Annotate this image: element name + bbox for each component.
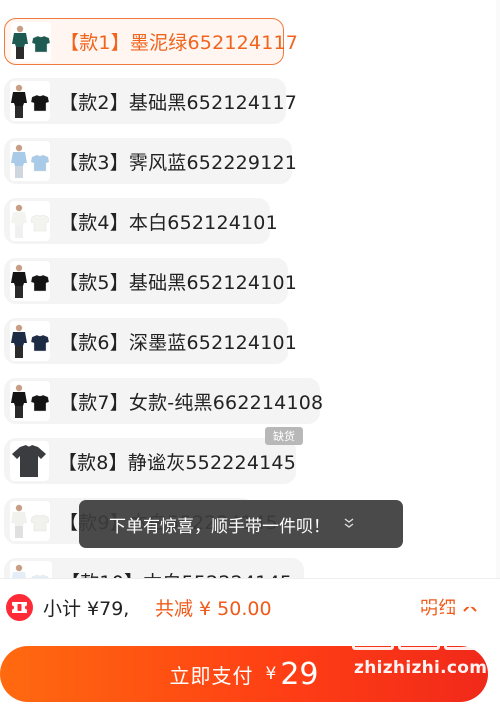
variant-option[interactable]: 【款3】霁风蓝652229121 [4,138,297,184]
variant-label: 【款7】女款-纯黑662214108 [59,391,324,414]
variant-label: 【款10】本白552224145 [61,568,292,579]
variant-thumbnail [10,141,50,181]
toast-text: 下单有惊喜，顺手带一件呗！ [109,516,330,537]
out-of-stock-badge: 缺货 [265,427,303,445]
variant-thumbnail [10,261,50,301]
scrollbar[interactable] [496,0,500,578]
variant-option[interactable]: 【款2】基础黑652124117 [4,78,297,124]
variant-option[interactable]: 【款1】墨泥绿652124117 [4,18,298,65]
pay-now-button[interactable]: 立即支付 ¥ 29 [0,646,488,702]
variant-label: 【款5】基础黑652124101 [59,271,298,294]
variant-label: 【款6】深墨蓝652124101 [59,331,298,354]
pay-currency: ¥ [265,664,277,684]
variant-label: 【款8】静谧灰552224145 [57,451,296,474]
variant-option[interactable]: 【款7】女款-纯黑662214108 [4,378,324,424]
variant-option[interactable]: 【款10】本白552224145 [4,558,304,578]
variant-option[interactable]: 【款8】静谧灰552224145 [4,438,296,484]
subtotal-text: 小计 ¥79, [43,598,130,620]
variant-label: 【款3】霁风蓝652229121 [59,151,298,174]
pay-amount: 29 [280,656,319,692]
variant-option[interactable]: 【款5】基础黑652124101 [4,258,297,304]
discount-text: 共减 ¥ 50.00 [155,598,272,620]
coupon-icon [6,594,33,621]
variant-thumbnail [10,561,52,578]
chevron-up-icon [462,597,478,618]
detail-label: 明细 [420,598,456,619]
variant-option[interactable]: 【款6】深墨蓝652124101 [4,318,297,364]
variant-thumbnail [10,81,50,121]
variant-label: 【款4】本白652124101 [59,211,278,234]
variant-option[interactable]: 【款4】本白652124101 [4,198,278,244]
variant-thumbnail [10,501,50,541]
variant-thumbnail [10,321,50,361]
pay-button-label: 立即支付 [169,663,254,688]
variant-thumbnail [10,441,49,481]
variant-thumbnail [11,21,51,62]
detail-toggle[interactable]: 明细 [420,594,478,620]
variant-thumbnail [10,201,50,241]
variant-label: 【款1】墨泥绿652124117 [60,32,299,54]
chevron-double-down-icon [344,517,354,532]
variant-thumbnail [10,381,50,421]
variant-label: 【款2】基础黑652124117 [59,91,298,114]
variant-list: 【款1】墨泥绿652124117 【款2】基础黑652124117 【款3】霁风蓝6… [0,0,500,578]
promo-toast[interactable]: 下单有惊喜，顺手带一件呗！ [79,500,403,548]
